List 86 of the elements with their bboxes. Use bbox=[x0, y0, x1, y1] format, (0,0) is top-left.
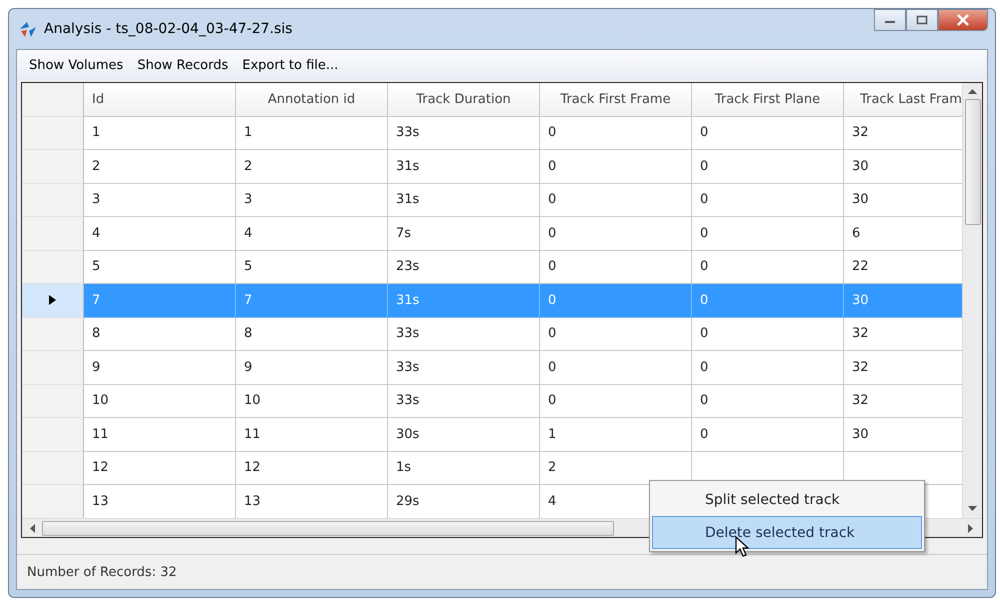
table-cell: 8 bbox=[236, 318, 388, 351]
context-menu-item[interactable]: Delete selected track bbox=[652, 516, 922, 549]
table-cell: 10 bbox=[236, 384, 388, 418]
table-cell: 0 bbox=[692, 284, 844, 318]
table-cell: 33s bbox=[388, 116, 540, 150]
row-header-cell[interactable] bbox=[22, 485, 84, 518]
table-cell: 0 bbox=[540, 284, 692, 318]
column-header[interactable]: Id bbox=[84, 83, 236, 116]
row-header-cell[interactable] bbox=[22, 184, 84, 217]
row-header-cell[interactable] bbox=[22, 384, 84, 418]
row-header-cell[interactable] bbox=[22, 150, 84, 184]
table-cell: 0 bbox=[692, 318, 844, 351]
table-cell: 0 bbox=[540, 384, 692, 418]
menu-item[interactable]: Show Records bbox=[137, 58, 228, 72]
table-cell: 2 bbox=[236, 150, 388, 184]
menu-item[interactable]: Export to file... bbox=[242, 58, 338, 72]
scroll-right-icon[interactable] bbox=[968, 524, 974, 532]
table-cell: 31s bbox=[388, 150, 540, 184]
table-cell: 11 bbox=[84, 418, 236, 452]
table-cell: 0 bbox=[692, 217, 844, 250]
table-cell: 0 bbox=[692, 384, 844, 418]
column-header[interactable]: Track First Frame bbox=[540, 83, 692, 116]
table-cell: 1 bbox=[540, 418, 692, 452]
table-cell: 7 bbox=[236, 284, 388, 318]
table-cell: 0 bbox=[692, 418, 844, 452]
row-header-cell[interactable] bbox=[22, 418, 84, 452]
maximize-icon bbox=[916, 15, 928, 25]
table-cell: 12 bbox=[84, 452, 236, 485]
table-cell: 11 bbox=[236, 418, 388, 452]
table-cell: 3 bbox=[236, 184, 388, 217]
maximize-button[interactable] bbox=[906, 9, 938, 31]
scroll-down-icon[interactable] bbox=[968, 506, 977, 512]
table-cell: 0 bbox=[540, 150, 692, 184]
table-cell: 12 bbox=[236, 452, 388, 485]
menu-item[interactable]: Show Volumes bbox=[29, 58, 124, 72]
row-header-cell[interactable] bbox=[22, 452, 84, 485]
table-cell: 10 bbox=[84, 384, 236, 418]
table-cell: 0 bbox=[540, 351, 692, 384]
close-icon bbox=[956, 14, 970, 26]
table-cell: 4 bbox=[236, 217, 388, 250]
table-cell: 1 bbox=[236, 116, 388, 150]
table-cell: 30 bbox=[844, 284, 962, 318]
scroll-left-icon[interactable] bbox=[30, 524, 36, 532]
table-cell: 0 bbox=[540, 217, 692, 250]
scroll-thumb[interactable] bbox=[964, 99, 980, 225]
status-text: Number of Records: 32 bbox=[27, 564, 177, 580]
table-cell: 0 bbox=[692, 150, 844, 184]
row-header-cell[interactable] bbox=[22, 284, 84, 318]
column-header[interactable]: Annotation id bbox=[236, 83, 388, 116]
scroll-thumb[interactable] bbox=[42, 520, 614, 536]
row-header-cell bbox=[22, 83, 84, 116]
close-button[interactable] bbox=[938, 9, 988, 31]
table-cell: 0 bbox=[540, 318, 692, 351]
row-header-cell[interactable] bbox=[22, 250, 84, 284]
table-cell: 31s bbox=[388, 184, 540, 217]
table-cell: 8 bbox=[84, 318, 236, 351]
table-cell: 0 bbox=[692, 116, 844, 150]
table-cell: 3 bbox=[84, 184, 236, 217]
table-cell: 0 bbox=[692, 184, 844, 217]
table-cell: 9 bbox=[236, 351, 388, 384]
table-cell: 2 bbox=[84, 150, 236, 184]
table-cell: 1s bbox=[388, 452, 540, 485]
table-cell: 9 bbox=[84, 351, 236, 384]
table-cell: 4 bbox=[84, 217, 236, 250]
table-cell: 33s bbox=[388, 384, 540, 418]
column-header[interactable]: Track Duration bbox=[388, 83, 540, 116]
table-cell: 1 bbox=[84, 116, 236, 150]
table-cell: 0 bbox=[692, 351, 844, 384]
table-cell: 31s bbox=[388, 284, 540, 318]
row-header-cell[interactable] bbox=[22, 351, 84, 384]
row-header-cell[interactable] bbox=[22, 318, 84, 351]
table-cell: 33s bbox=[388, 318, 540, 351]
table-cell: 0 bbox=[540, 116, 692, 150]
window-title: Analysis - ts_08-02-04_03-47-27.sis bbox=[44, 21, 292, 37]
scroll-up-icon[interactable] bbox=[968, 89, 977, 95]
row-header-cell[interactable] bbox=[22, 116, 84, 150]
table-cell: 7 bbox=[84, 284, 236, 318]
current-row-icon bbox=[49, 295, 56, 306]
table-cell: 7s bbox=[388, 217, 540, 250]
table-cell: 0 bbox=[540, 184, 692, 217]
column-header[interactable]: Track First Plane bbox=[692, 83, 844, 116]
vertical-scrollbar[interactable] bbox=[962, 83, 982, 518]
row-header-cell[interactable] bbox=[22, 217, 84, 250]
minimize-button[interactable] bbox=[874, 9, 906, 31]
table-cell: 33s bbox=[388, 351, 540, 384]
table-cell: 30s bbox=[388, 418, 540, 452]
